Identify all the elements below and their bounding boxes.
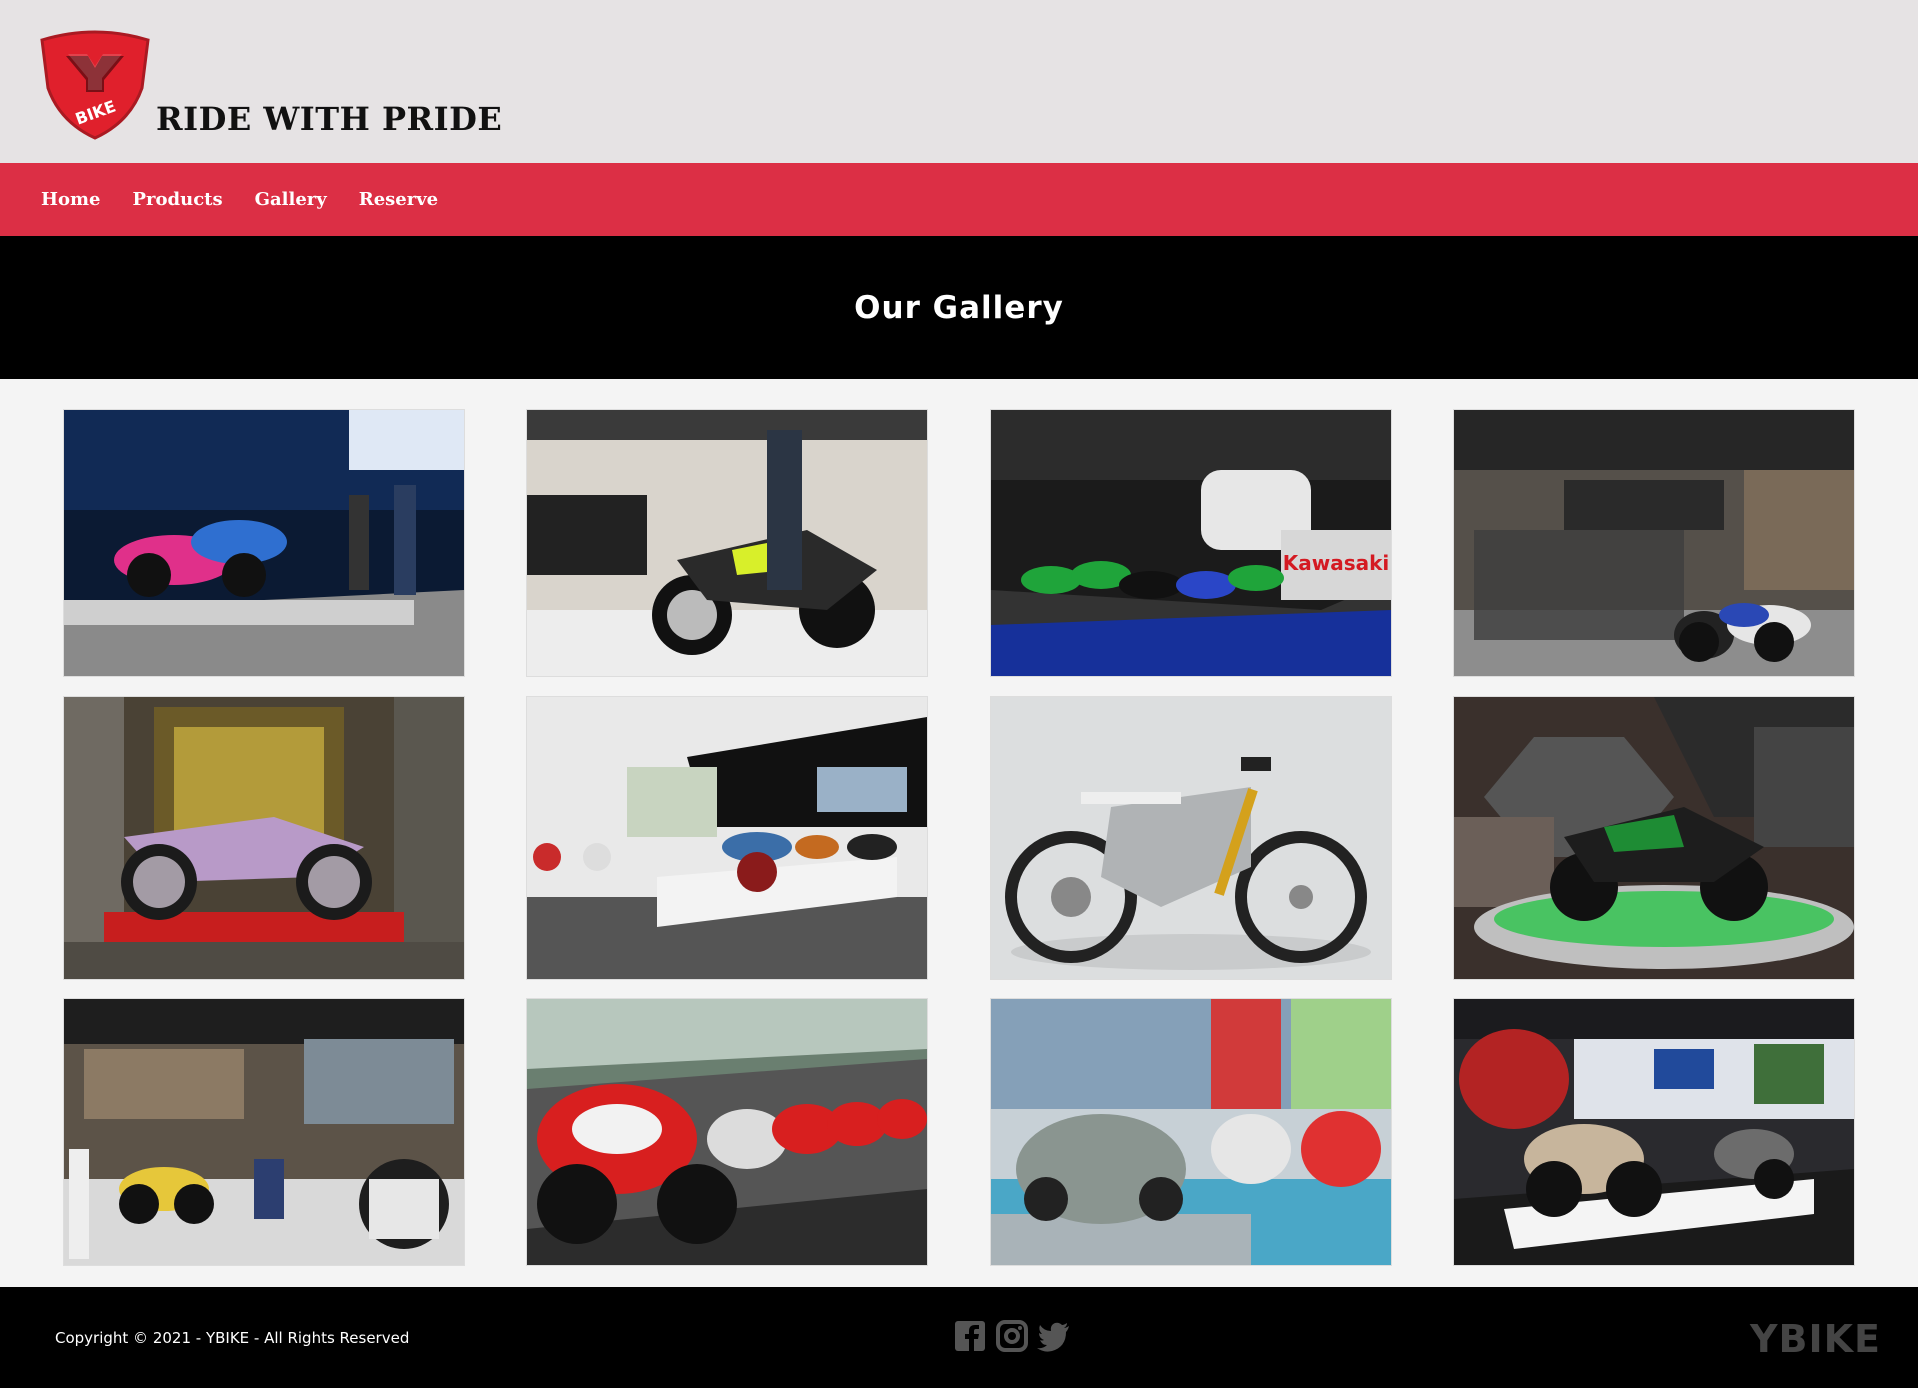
svg-text:Kawasaki: Kawasaki (1283, 551, 1390, 575)
gallery-image-6[interactable] (526, 696, 928, 980)
gallery-image-12[interactable] (1453, 998, 1855, 1266)
instagram-icon[interactable] (995, 1319, 1029, 1353)
gallery-image-11[interactable] (990, 998, 1392, 1266)
twitter-icon[interactable] (1037, 1319, 1071, 1353)
nav-reserve[interactable]: Reserve (359, 189, 438, 210)
nav-home[interactable]: Home (41, 189, 101, 210)
site-header: BIKE RIDE WITH PRIDE (0, 0, 1918, 163)
ybike-logo[interactable]: BIKE (38, 30, 152, 140)
gallery-banner: Our Gallery (0, 236, 1918, 379)
gallery-image-2[interactable] (526, 409, 928, 677)
footer-brand: YBIKE (1749, 1317, 1881, 1361)
gallery-grid: Kawasaki (0, 379, 1918, 1287)
gallery-image-8[interactable] (1453, 696, 1855, 980)
gallery-image-7[interactable] (990, 696, 1392, 980)
copyright-text: Copyright © 2021 - YBIKE - All Rights Re… (55, 1329, 410, 1347)
gallery-image-5[interactable] (63, 696, 465, 980)
gallery-image-9[interactable] (63, 998, 465, 1266)
gallery-image-3[interactable]: Kawasaki (990, 409, 1392, 677)
nav-products[interactable]: Products (133, 189, 223, 210)
site-footer: Copyright © 2021 - YBIKE - All Rights Re… (0, 1287, 1918, 1388)
main-nav: Home Products Gallery Reserve (0, 163, 1918, 236)
nav-gallery[interactable]: Gallery (255, 189, 327, 210)
tagline: RIDE WITH PRIDE (156, 100, 503, 138)
gallery-image-10[interactable] (526, 998, 928, 1266)
gallery-image-4[interactable] (1453, 409, 1855, 677)
gallery-image-1[interactable] (63, 409, 465, 677)
page-title: Our Gallery (854, 289, 1064, 326)
facebook-icon[interactable] (953, 1319, 987, 1353)
social-links (953, 1319, 1071, 1353)
